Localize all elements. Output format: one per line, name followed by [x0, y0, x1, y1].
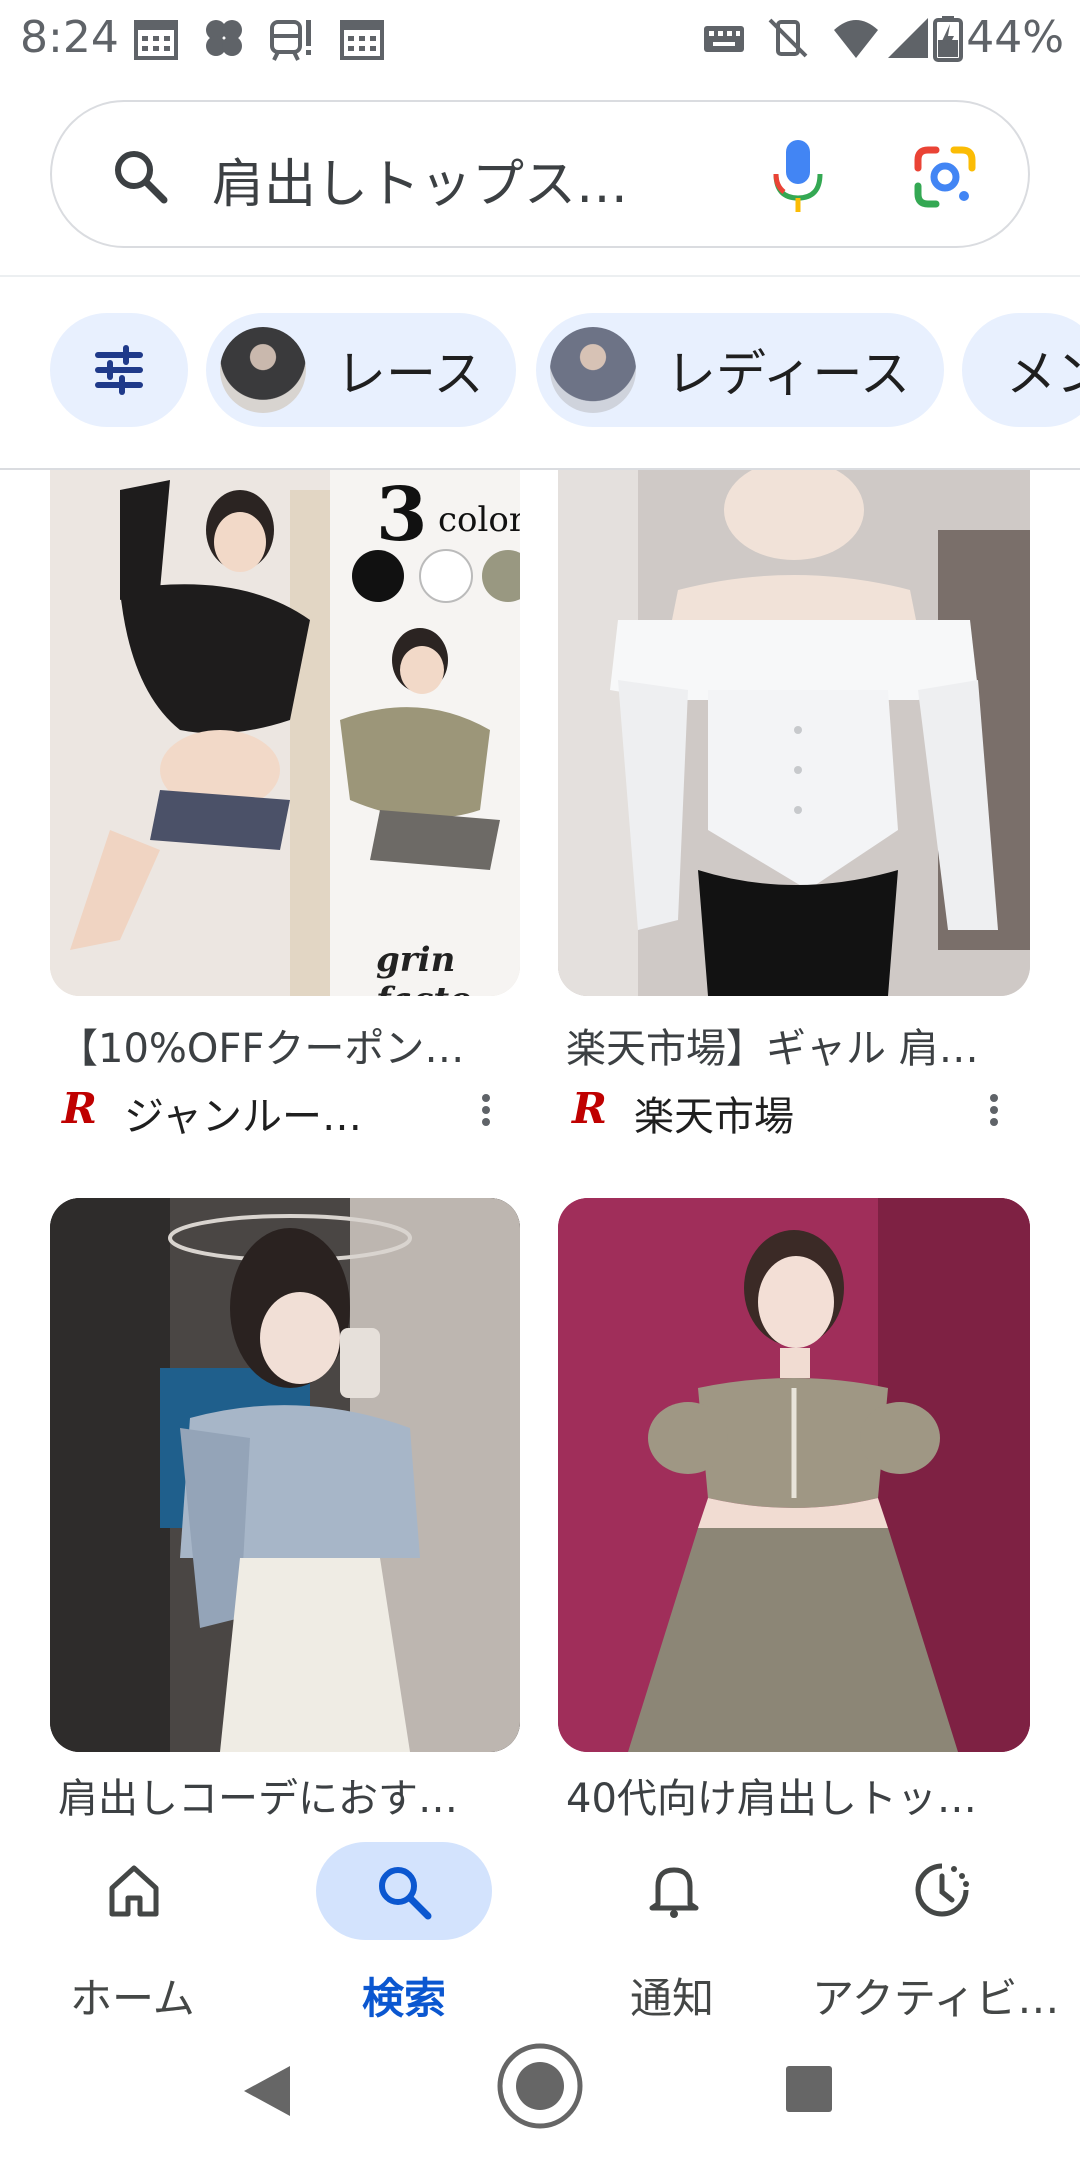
chip-label: メン — [1006, 345, 1080, 403]
result-image-3[interactable] — [50, 1198, 520, 1752]
more-options-icon[interactable] — [984, 1090, 1004, 1140]
home-icon[interactable] — [106, 1862, 162, 1918]
wifi-icon — [834, 20, 878, 58]
result-title-3[interactable]: 肩出しコーデにおす… — [58, 1766, 458, 1824]
result-title-2[interactable]: 楽天市場】ギャル 肩… — [566, 1016, 979, 1074]
image-overlay-brand: grin facto — [376, 940, 472, 996]
battery-charging-icon — [933, 16, 963, 62]
nav-label-activity[interactable]: アクティビ… — [812, 1965, 1059, 2026]
nav-label-notifications[interactable]: 通知 — [630, 1965, 714, 2026]
chip-mens[interactable]: メン — [962, 313, 1080, 427]
search-bar[interactable]: 肩出しトップス… — [50, 100, 1030, 248]
chip-lace[interactable]: レース — [206, 313, 516, 427]
tune-icon — [95, 345, 143, 395]
filter-tools-chip[interactable] — [50, 313, 188, 427]
calendar-icon — [134, 20, 178, 60]
result-source-1[interactable]: ジャンルー… — [124, 1084, 362, 1142]
result-image-4[interactable] — [558, 1198, 1030, 1752]
bell-icon[interactable] — [646, 1860, 702, 1920]
back-icon[interactable] — [240, 2062, 294, 2120]
more-options-icon[interactable] — [476, 1090, 496, 1140]
chip-label: レース — [336, 345, 484, 403]
result-image-1[interactable]: 3 colors grin facto — [50, 470, 520, 996]
train-alert-icon — [270, 20, 311, 61]
battery-percent: 44% — [966, 12, 1064, 63]
activity-icon[interactable] — [912, 1860, 972, 1920]
result-image-2[interactable] — [558, 470, 1030, 996]
rakuten-logo-icon: R — [572, 1084, 607, 1133]
search-icon[interactable] — [110, 146, 170, 206]
recents-icon[interactable] — [784, 2064, 834, 2114]
result-title-1[interactable]: 【10%OFFクーポン… — [58, 1016, 464, 1074]
google-lens-icon[interactable] — [914, 146, 976, 208]
calendar-icon — [340, 20, 384, 60]
status-bar: 8:24 44% — [0, 0, 1080, 80]
search-query[interactable]: 肩出しトップス… — [212, 142, 628, 217]
image-overlay-number: 3 — [376, 472, 428, 558]
chip-ladies[interactable]: レディース — [536, 313, 944, 427]
system-nav-bar — [0, 2032, 1080, 2160]
home-button-icon[interactable] — [496, 2042, 584, 2130]
chip-label: レディース — [666, 345, 910, 403]
result-source-2[interactable]: 楽天市場 — [634, 1084, 794, 1142]
search-icon[interactable] — [374, 1862, 434, 1922]
mic-icon[interactable] — [770, 136, 826, 216]
status-time: 8:24 — [20, 12, 119, 63]
chip-thumbnail — [550, 327, 636, 413]
nav-label-home[interactable]: ホーム — [70, 1965, 195, 2026]
signal-icon — [888, 18, 928, 58]
rakuten-logo-icon: R — [62, 1084, 97, 1133]
header-divider — [0, 275, 1080, 277]
result-title-4[interactable]: 40代向け肩出しトッ… — [566, 1766, 977, 1824]
clover-icon — [206, 20, 242, 56]
vibrate-off-icon — [768, 18, 808, 58]
keyboard-icon — [704, 26, 744, 52]
image-overlay-colors: colors — [438, 500, 520, 540]
nav-label-search[interactable]: 検索 — [362, 1965, 446, 2026]
chip-thumbnail — [220, 327, 306, 413]
